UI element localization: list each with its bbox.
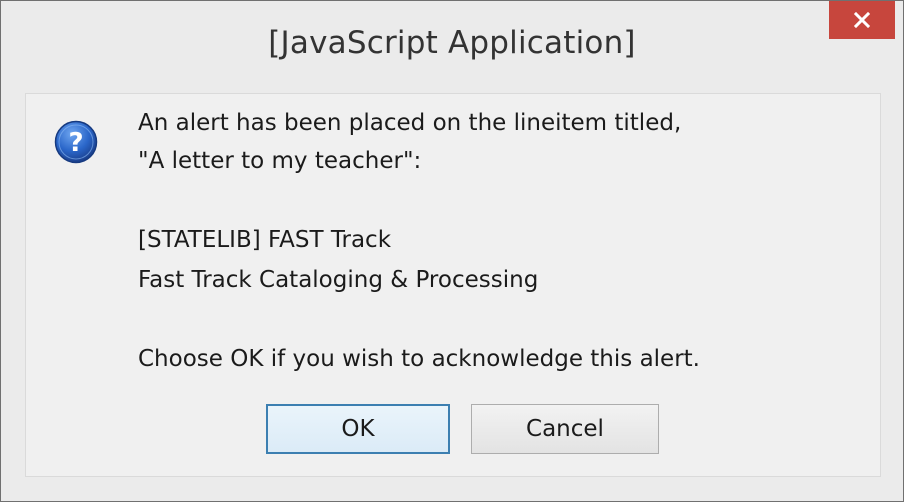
message-line-4: Fast Track Cataloging & Processing xyxy=(138,267,539,293)
title-bar: [JavaScript Application] xyxy=(1,1,903,93)
alert-dialog: [JavaScript Application] ? An alert has … xyxy=(0,0,904,502)
close-icon xyxy=(854,12,870,28)
message-area: ? An alert has been placed on the lineit… xyxy=(25,93,881,477)
message-line-5: Choose OK if you wish to acknowledge thi… xyxy=(138,346,700,372)
message-line-3: [STATELIB] FAST Track xyxy=(138,227,392,253)
question-icon: ? xyxy=(54,120,98,164)
cancel-button[interactable]: Cancel xyxy=(471,404,659,454)
close-button[interactable] xyxy=(829,1,895,39)
ok-button[interactable]: OK xyxy=(266,404,450,454)
message-line-1: An alert has been placed on the lineitem… xyxy=(138,110,682,136)
message-line-2: "A letter to my teacher": xyxy=(138,148,422,174)
dialog-title: [JavaScript Application] xyxy=(268,25,636,61)
svg-text:?: ? xyxy=(68,128,83,158)
